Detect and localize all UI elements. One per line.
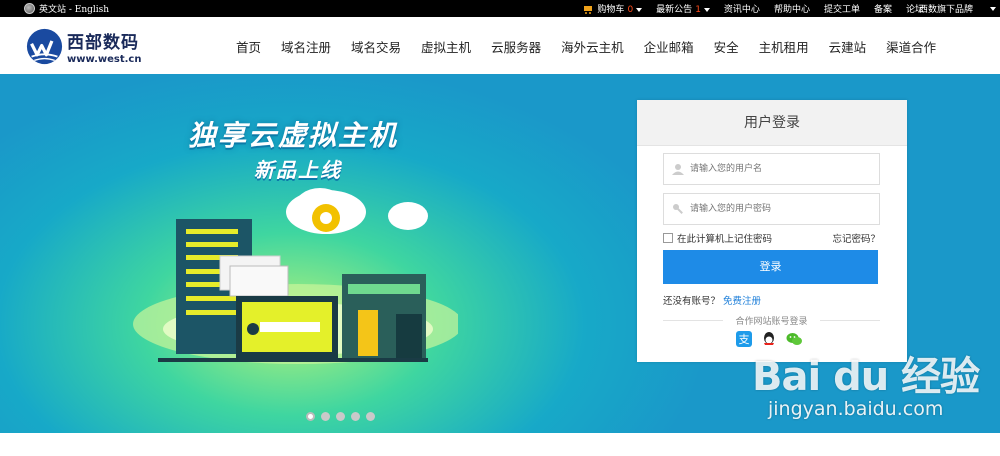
- login-button[interactable]: 登录: [663, 250, 878, 284]
- cart-icon: [583, 5, 594, 14]
- baidu-watermark: Bai du 经验 jingyan.baidu.com: [752, 344, 980, 420]
- password-input[interactable]: [690, 194, 875, 224]
- chevron-down-icon: [990, 6, 996, 11]
- logo-title: 西部数码: [67, 33, 139, 53]
- nav-home[interactable]: 首页: [236, 37, 261, 56]
- banner-title: 独享云虚拟主机: [188, 119, 399, 152]
- nav-domain-register[interactable]: 域名注册: [281, 37, 331, 56]
- username-field[interactable]: [663, 153, 880, 185]
- top-bar: 英文站 - English 购物车 0 最新公告 1 资讯中心 帮助中心 提交工单 …: [0, 0, 1000, 17]
- remember-label: 在此计算机上记住密码: [677, 234, 773, 245]
- partner-login-label: 合作网站账号登录: [663, 314, 880, 327]
- nav-channel[interactable]: 渠道合作: [886, 37, 936, 56]
- signup-row: 还没有账号？ 免费注册: [663, 293, 761, 307]
- login-panel: 用户登录 在此计算机上记住密码 忘记密码？ 登录 还没有账号？免费注册 合作网站…: [637, 100, 907, 362]
- top-link-ticket[interactable]: 提交工单: [824, 2, 860, 15]
- top-link-news[interactable]: 资讯中心: [724, 2, 760, 15]
- brand-menu-label: 西数旗下品牌: [918, 5, 973, 15]
- top-links: 购物车 0 最新公告 1 资讯中心 帮助中心 提交工单 备案 论坛: [583, 2, 924, 15]
- nav-site-builder[interactable]: 云建站: [829, 37, 867, 56]
- remember-checkbox[interactable]: [663, 233, 673, 243]
- nav-security[interactable]: 安全: [714, 37, 739, 56]
- login-title: 用户登录: [637, 100, 907, 146]
- nav-enterprise-mail[interactable]: 企业邮箱: [644, 37, 694, 56]
- cart-label: 购物车: [597, 5, 625, 15]
- carousel-dot-5[interactable]: [366, 412, 375, 421]
- no-account-text: 还没有账号？: [663, 296, 721, 307]
- carousel-dots: [306, 412, 375, 421]
- chevron-down-icon: [636, 7, 643, 12]
- carousel-dot-1[interactable]: [306, 412, 315, 421]
- top-link-help[interactable]: 帮助中心: [774, 2, 810, 15]
- server-illustration: [133, 188, 458, 364]
- cart-link[interactable]: 购物车 0: [583, 2, 643, 15]
- notice-label: 最新公告: [656, 5, 693, 15]
- west-logo-icon: [26, 28, 63, 65]
- password-field[interactable]: [663, 193, 880, 225]
- chevron-down-icon: [703, 7, 710, 12]
- site-logo[interactable]: 西部数码 www.west.cn: [26, 28, 141, 65]
- logo-url: www.west.cn: [67, 54, 142, 65]
- remember-me[interactable]: 在此计算机上记住密码: [663, 231, 772, 245]
- brand-menu[interactable]: 西数旗下品牌: [919, 2, 996, 15]
- svg-text:支: 支: [739, 333, 750, 346]
- key-icon: [673, 204, 683, 214]
- language-switch[interactable]: 英文站 - English: [24, 2, 109, 15]
- notice-count: 1: [695, 5, 701, 15]
- alipay-icon[interactable]: 支: [736, 331, 752, 347]
- nav-host-rental[interactable]: 主机租用: [759, 37, 809, 56]
- page-bottom-strip: [0, 433, 1000, 456]
- carousel-dot-4[interactable]: [351, 412, 360, 421]
- register-link[interactable]: 免费注册: [723, 296, 761, 307]
- top-link-icp[interactable]: 备案: [874, 2, 892, 15]
- watermark-logo: Bai du 经验: [752, 354, 980, 400]
- carousel-dot-3[interactable]: [336, 412, 345, 421]
- nav-virtual-host[interactable]: 虚拟主机: [421, 37, 471, 56]
- nav-cloud-server[interactable]: 云服务器: [491, 37, 541, 56]
- notice-link[interactable]: 最新公告 1: [656, 2, 710, 15]
- user-icon: [672, 164, 684, 175]
- language-label: 英文站 - English: [39, 5, 110, 15]
- forgot-password-link[interactable]: 忘记密码？: [832, 231, 880, 245]
- nav-overseas-cloud[interactable]: 海外云主机: [561, 37, 624, 56]
- username-input[interactable]: [690, 154, 875, 184]
- main-nav: 首页 域名注册 域名交易 虚拟主机 云服务器 海外云主机 企业邮箱 安全 主机租…: [236, 37, 956, 56]
- globe-icon: [24, 3, 35, 14]
- site-header: 西部数码 www.west.cn 首页 域名注册 域名交易 虚拟主机 云服务器 …: [0, 17, 1000, 74]
- carousel-dot-2[interactable]: [321, 412, 330, 421]
- nav-domain-trade[interactable]: 域名交易: [351, 37, 401, 56]
- cart-count: 0: [627, 5, 634, 15]
